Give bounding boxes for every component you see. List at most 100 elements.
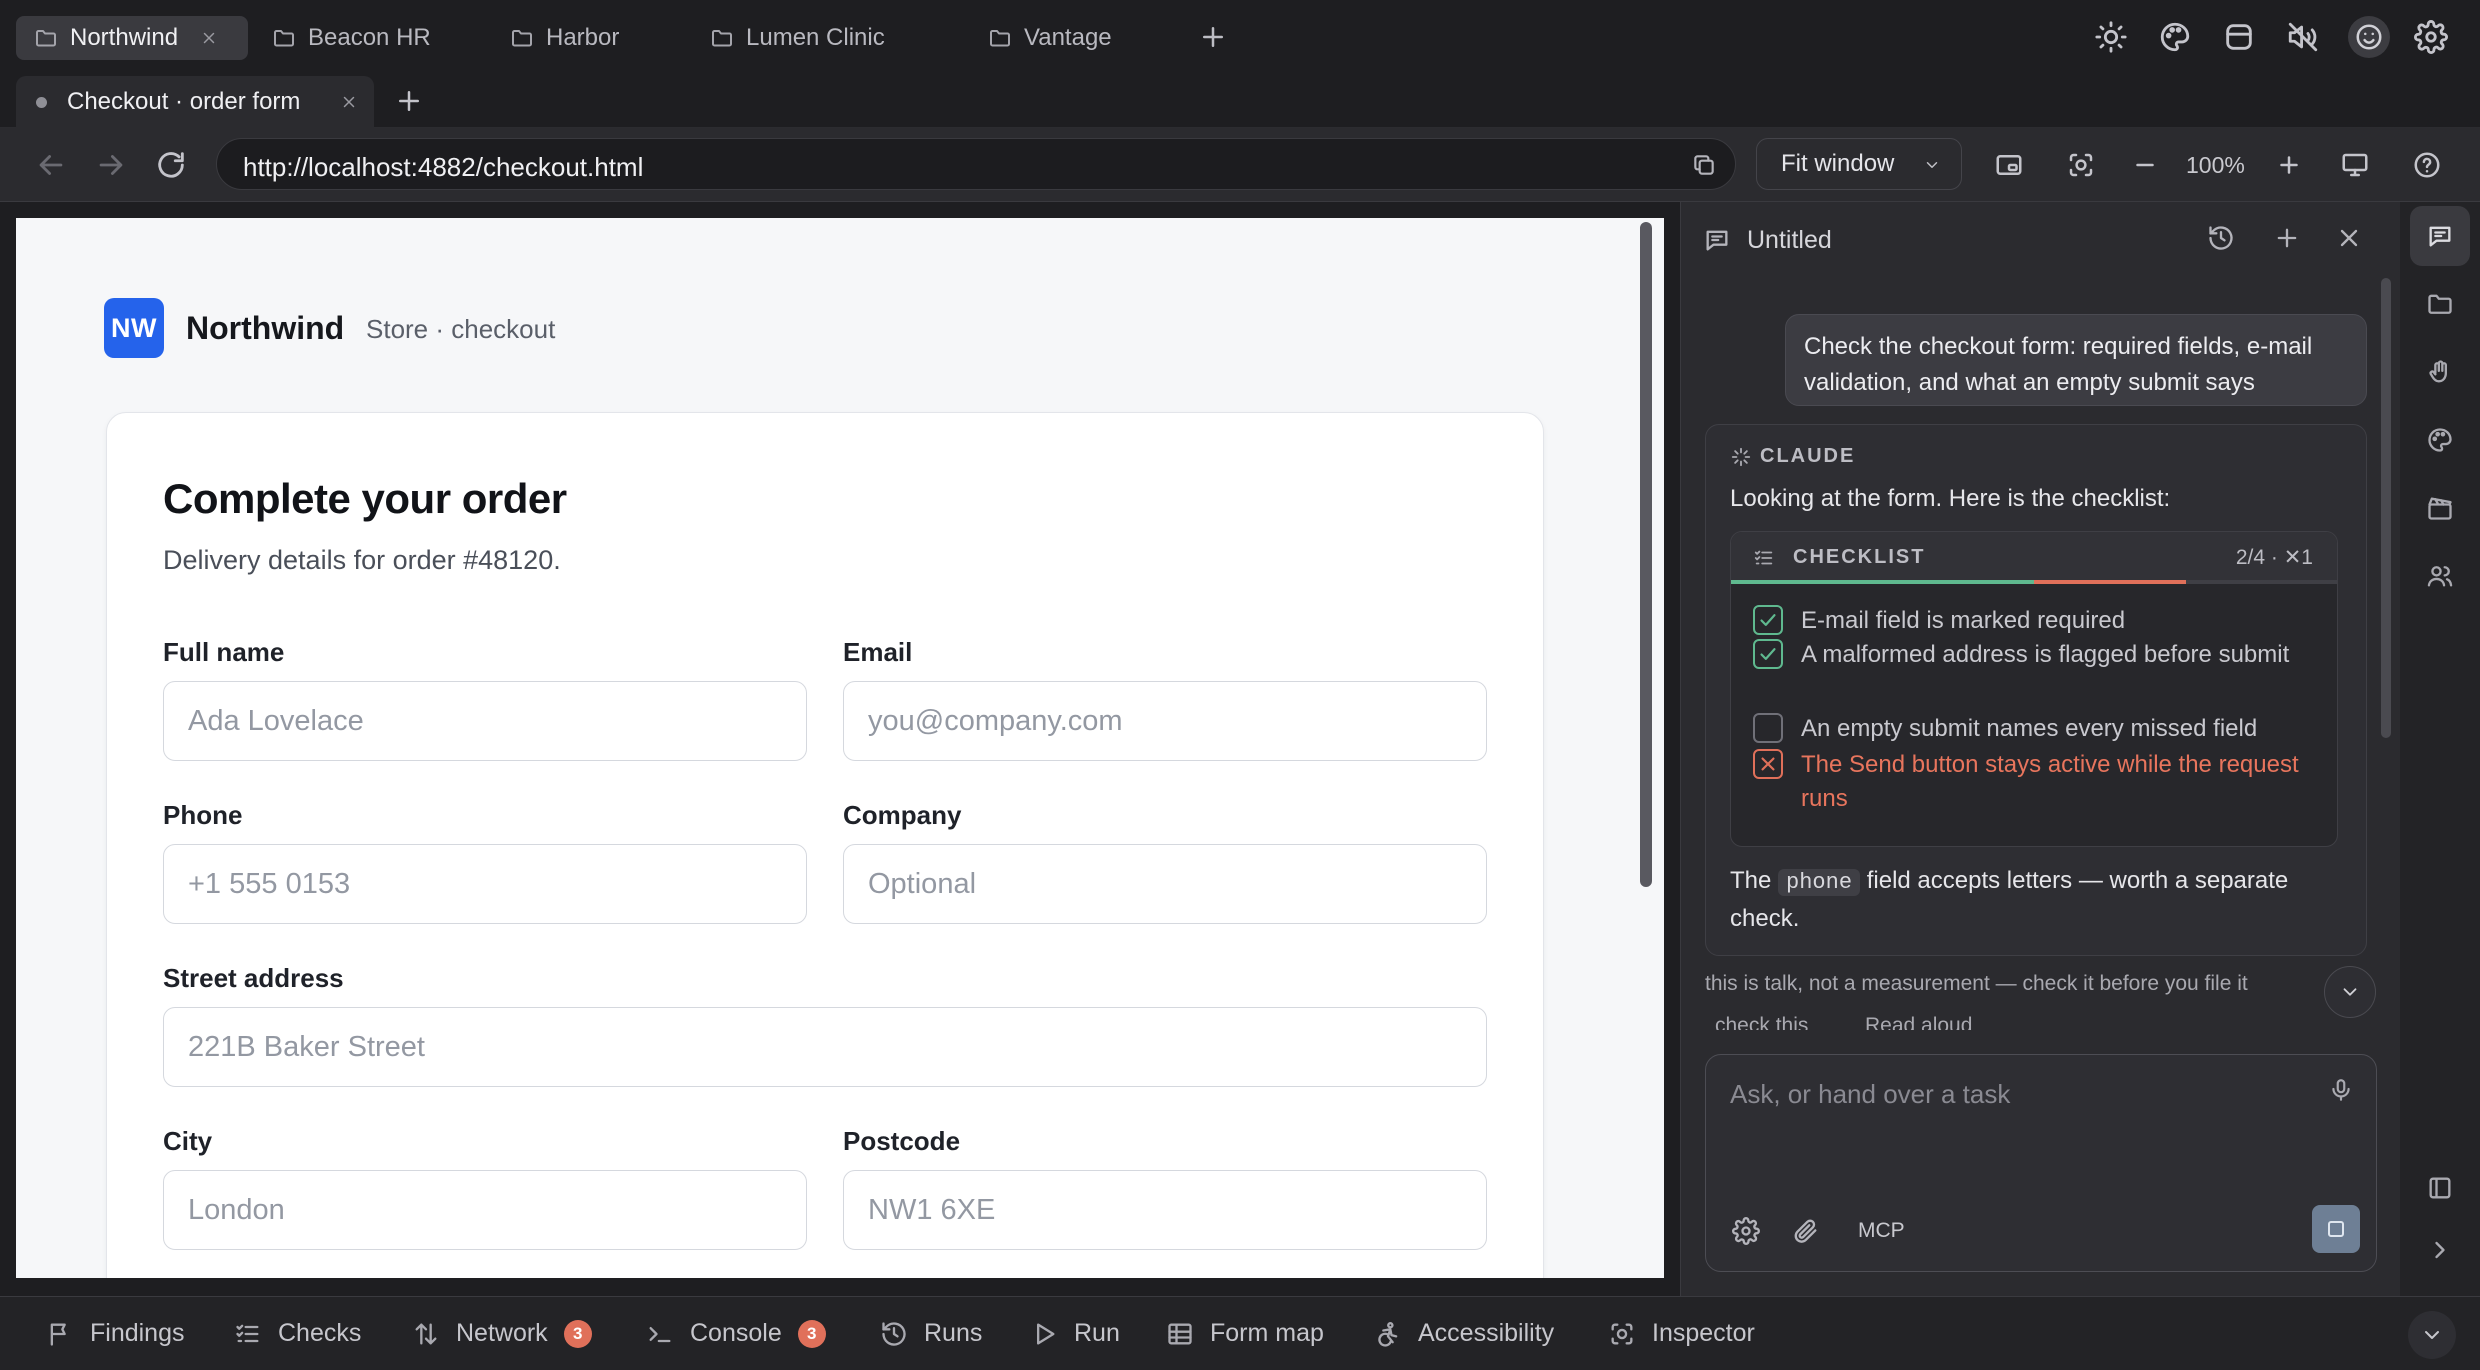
checklist-card: CHECKLIST 2/4 · ✕1 E-mail field is marke… [1730,531,2338,847]
check-pass-box [1753,639,1783,669]
address-url[interactable]: http://localhost:4882/checkout.html [243,152,643,183]
chat-input[interactable] [1730,1079,2290,1110]
microphone-icon[interactable] [2328,1077,2354,1103]
email-input[interactable] [843,681,1487,761]
screenshot-focus-icon[interactable] [2066,150,2096,180]
assistant-tag: CLAUDE [1730,445,1855,468]
forward-arrow-icon[interactable] [94,148,128,182]
zoom-out-icon[interactable] [2130,150,2160,180]
bottom-tab-checks[interactable]: Checks [234,1319,361,1348]
bottom-tab-inspector[interactable]: Inspector [1608,1319,1755,1348]
close-panel-icon[interactable] [2335,224,2363,252]
workspace-tab-beacon-hr[interactable]: Beacon HR [272,16,431,60]
paperclip-icon[interactable] [1792,1217,1820,1245]
bottom-tab-label: Runs [924,1319,983,1347]
street-address-input[interactable] [163,1007,1487,1087]
read-aloud-link[interactable]: Read aloud [1865,1014,1972,1030]
close-icon[interactable] [340,93,358,111]
bottom-tab-form-map[interactable]: Form map [1166,1319,1324,1348]
close-icon[interactable] [200,29,218,47]
picture-in-picture-icon[interactable] [1994,150,2024,180]
sun-icon[interactable] [2094,20,2128,54]
mute-icon[interactable] [2286,20,2320,54]
city-input[interactable] [163,1170,807,1250]
list-check-icon [236,1324,259,1342]
form-title: Complete your order [163,475,567,522]
chat-title[interactable]: Untitled [1747,226,1832,255]
copy-icon[interactable] [1691,152,1717,178]
checklist-item-text: An empty submit names every missed field [1801,715,2258,742]
clapperboard-icon[interactable] [2426,494,2454,522]
network-count-badge: 3 [563,1319,592,1348]
chat-icon [1706,230,1728,251]
full-name-input[interactable] [163,681,807,761]
page-viewport[interactable]: NW Northwind Store · checkout Complete y… [16,218,1664,1278]
bottom-tab-findings[interactable]: Findings [46,1319,185,1348]
bottom-tab-label: Checks [278,1319,362,1347]
checklist-progress-pass [1731,580,2034,584]
company-input[interactable] [843,844,1487,924]
database-icon[interactable] [2222,20,2256,54]
bottom-tab-console[interactable]: Console 3 [646,1319,826,1348]
full-name-label: Full name [163,637,285,667]
new-chat-plus-icon[interactable] [2273,224,2301,252]
phone-input[interactable] [163,844,807,924]
checklist-item-text: The Send button stays active while the r… [1801,751,2299,812]
zoom-in-icon[interactable] [2274,150,2304,180]
help-icon[interactable] [2412,150,2442,180]
form-subtitle: Delivery details for order #48120. [163,545,561,575]
address-bar[interactable]: http://localhost:4882/checkout.html [216,138,1736,190]
viewport-scrollbar[interactable] [1640,222,1652,887]
chevron-right-icon[interactable] [2426,1236,2454,1264]
workspace-tab-northwind[interactable]: Northwind [16,16,248,60]
scroll-to-bottom-button[interactable] [2324,966,2376,1018]
sidebar-toggle-icon[interactable] [2426,1174,2454,1202]
workspace-tab-lumen-clinic[interactable]: Lumen Clinic [710,16,885,60]
fit-window-dropdown[interactable]: Fit window [1756,138,1962,190]
hand-icon[interactable] [2426,358,2454,386]
palette-icon[interactable] [2426,426,2454,454]
bottom-tab-accessibility[interactable]: Accessibility [1374,1319,1554,1348]
email-label: Email [843,637,913,667]
folder-icon [712,30,732,47]
folder-icon[interactable] [2426,290,2454,318]
chat-icon[interactable] [2426,222,2454,250]
workspace-tab-label: Northwind [70,24,179,51]
palette-icon[interactable] [2158,20,2192,54]
check-fail-box [1753,749,1783,779]
smile-icon [2356,24,2382,50]
gear-icon[interactable] [1732,1217,1760,1245]
history-icon[interactable] [2207,224,2235,252]
bottom-tab-label: Console [690,1319,782,1347]
chat-scrollbar[interactable] [2381,278,2391,738]
sparkle-icon [1731,447,1751,466]
users-icon[interactable] [2426,562,2454,590]
profile-avatar[interactable] [2348,16,2390,58]
console-count-badge: 3 [797,1319,826,1348]
mcp-button[interactable]: MCP [1858,1219,1905,1243]
check-this-link[interactable]: check this [1715,1014,1808,1030]
page-tab-checkout[interactable]: Checkout · order form [16,76,374,128]
reload-icon[interactable] [154,148,188,182]
bottom-tab-runs[interactable]: Runs [880,1319,982,1348]
page-tab-label: Checkout · order form [67,88,301,115]
zoom-level: 100% [2186,152,2245,178]
stop-button[interactable] [2312,1205,2360,1253]
workspace-tab-vantage[interactable]: Vantage [988,16,1112,60]
folder-icon [36,30,56,47]
desktop-device-icon[interactable] [2340,150,2370,180]
code-chip: phone [1778,869,1861,896]
gear-icon[interactable] [2414,20,2448,54]
collapse-panel-button[interactable] [2408,1311,2456,1359]
browser-toolbar: http://localhost:4882/checkout.html Fit … [0,128,2480,202]
flag-icon [50,1323,66,1346]
bottom-tab-run[interactable]: Run [1030,1319,1120,1348]
workspace-tab-harbor[interactable]: Harbor [510,16,619,60]
new-tab-plus-icon[interactable] [394,86,424,116]
bottom-tab-label: Run [1074,1319,1120,1347]
brand-name: Northwind [186,310,345,346]
bottom-tab-network[interactable]: Network 3 [412,1319,592,1348]
new-workspace-plus-icon[interactable] [1198,22,1228,52]
back-arrow-icon[interactable] [34,148,68,182]
postcode-input[interactable] [843,1170,1487,1250]
